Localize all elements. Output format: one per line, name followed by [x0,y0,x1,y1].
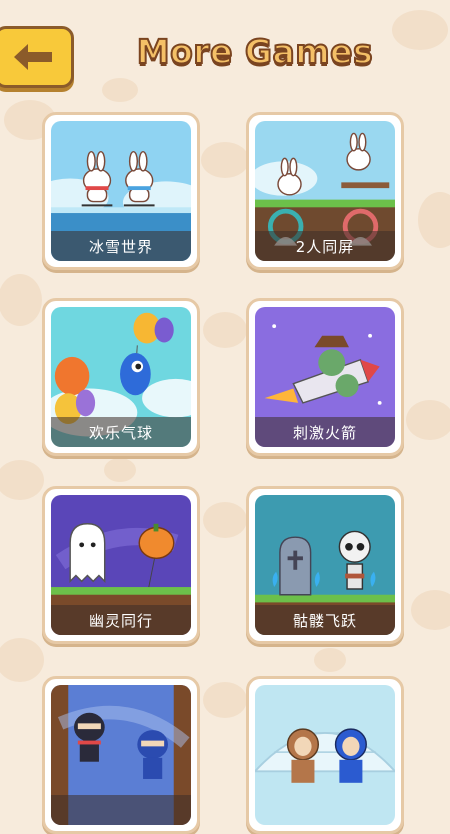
game-thumbnail [51,685,191,825]
game-card-skeleton-leap[interactable]: 骷髅飞跃 [246,486,404,644]
game-label: 欢乐气球 [51,417,191,447]
game-label: 幽灵同行 [51,605,191,635]
game-card-ninja[interactable] [42,676,200,834]
game-thumbnail: 欢乐气球 [51,307,191,447]
left-arrow-icon [14,44,52,70]
game-label: 刺激火箭 [255,417,395,447]
game-label: 骷髅飞跃 [255,605,395,635]
game-thumbnail: 骷髅飞跃 [255,495,395,635]
game-card-exciting-rocket[interactable]: 刺激火箭 [246,298,404,456]
game-label: 冰雪世界 [51,231,191,261]
igloo-scene [255,685,395,825]
game-card-igloo[interactable] [246,676,404,834]
game-thumbnail: 幽灵同行 [51,495,191,635]
game-card-ice-world[interactable]: 冰雪世界 [42,112,200,270]
game-label: 2人同屏 [255,231,395,261]
game-card-happy-balloon[interactable]: 欢乐气球 [42,298,200,456]
game-card-two-player[interactable]: 2人同屏 [246,112,404,270]
game-card-ghost-together[interactable]: 幽灵同行 [42,486,200,644]
game-thumbnail [255,685,395,825]
page-title: More Games [136,31,374,72]
game-thumbnail: 刺激火箭 [255,307,395,447]
game-thumbnail: 冰雪世界 [51,121,191,261]
back-button[interactable] [0,26,74,88]
game-thumbnail: 2人同屏 [255,121,395,261]
